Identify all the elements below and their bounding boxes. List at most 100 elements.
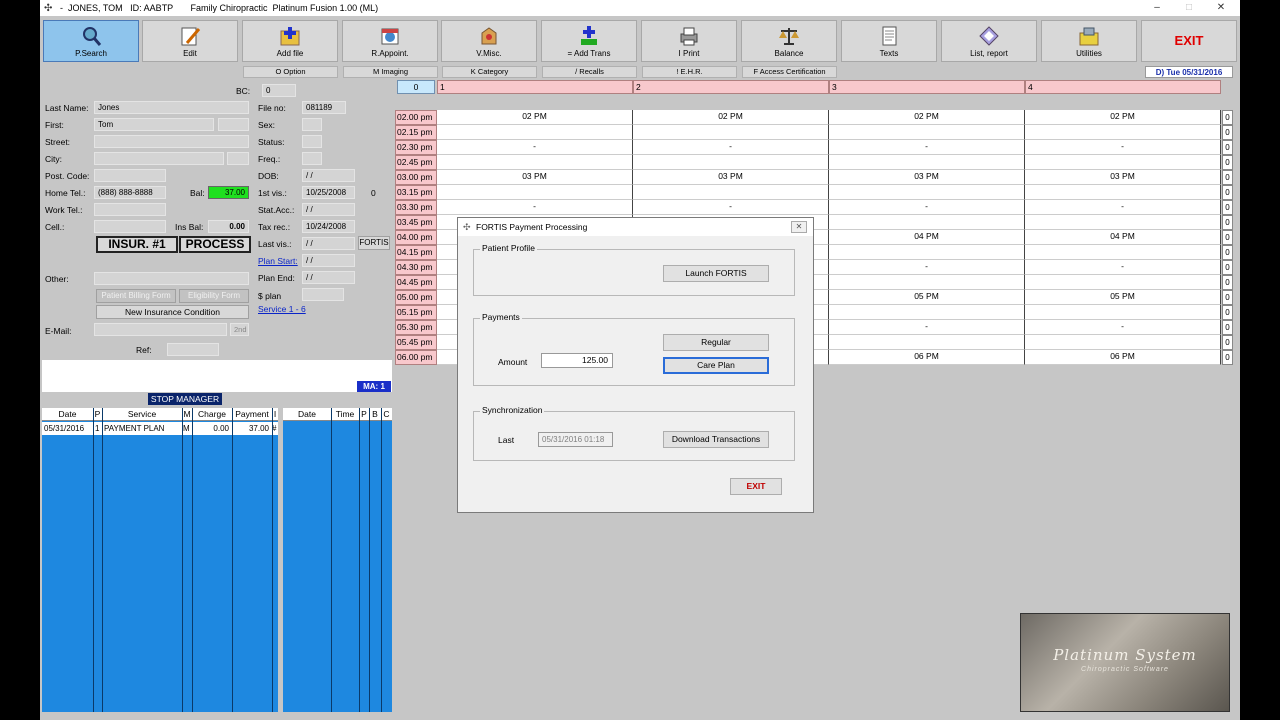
add-file-button[interactable]: Add file bbox=[242, 20, 338, 62]
first-name-field[interactable]: Tom bbox=[94, 118, 214, 131]
middle-initial-field[interactable] bbox=[218, 118, 249, 131]
ehr-button[interactable]: ! E.H.R. bbox=[642, 66, 737, 78]
ledger-row[interactable]: 05/31/2016 1 PAYMENT PLAN M 0.00 37.00 # bbox=[42, 422, 278, 435]
tax-rec-field[interactable]: 10/24/2008 bbox=[302, 220, 355, 233]
patient-billing-form-button[interactable]: Patient Billing Form bbox=[96, 289, 176, 303]
schedule-cell[interactable] bbox=[829, 335, 1025, 350]
first-visit-field[interactable]: 10/25/2008 bbox=[302, 186, 355, 199]
schedule-cell[interactable] bbox=[1025, 245, 1221, 260]
utilities-button[interactable]: Utilities bbox=[1041, 20, 1137, 62]
appointments-table[interactable]: Date Time P B C bbox=[283, 408, 392, 712]
schedule-cell[interactable]: - bbox=[1025, 200, 1221, 215]
schedule-cell[interactable] bbox=[633, 155, 829, 170]
s-plan-field[interactable] bbox=[302, 288, 344, 301]
other-field[interactable] bbox=[94, 272, 249, 285]
access-certification-button[interactable]: F Access Certification bbox=[742, 66, 837, 78]
schedule-cell[interactable] bbox=[437, 155, 633, 170]
amount-input[interactable]: 125.00 bbox=[541, 353, 613, 368]
plan-start-link[interactable]: Plan Start: bbox=[258, 256, 298, 266]
schedule-col-3[interactable]: 3 bbox=[829, 80, 1025, 94]
schedule-cell[interactable]: 03 PM bbox=[633, 170, 829, 185]
recalls-button[interactable]: / Recalls bbox=[542, 66, 637, 78]
p-search-button[interactable]: P.Search bbox=[43, 20, 139, 62]
print-button[interactable]: I Print bbox=[641, 20, 737, 62]
fortis-button[interactable]: FORTIS bbox=[358, 236, 390, 250]
schedule-cell[interactable]: - bbox=[437, 200, 633, 215]
schedule-cell[interactable]: 02 PM bbox=[633, 110, 829, 125]
schedule-col-2[interactable]: 2 bbox=[633, 80, 829, 94]
state-field[interactable] bbox=[227, 152, 249, 165]
schedule-cell[interactable]: - bbox=[1025, 320, 1221, 335]
schedule-cell[interactable] bbox=[633, 185, 829, 200]
schedule-cell[interactable]: - bbox=[829, 260, 1025, 275]
download-transactions-button[interactable]: Download Transactions bbox=[663, 431, 769, 448]
sex-field[interactable] bbox=[302, 118, 322, 131]
schedule-cell[interactable] bbox=[829, 125, 1025, 140]
email-field[interactable] bbox=[94, 323, 227, 336]
work-tel-field[interactable] bbox=[94, 203, 166, 216]
schedule-cell[interactable]: - bbox=[633, 200, 829, 215]
schedule-cell[interactable]: 04 PM bbox=[829, 230, 1025, 245]
add-trans-button[interactable]: = Add Trans bbox=[541, 20, 637, 62]
balance-button[interactable]: Balance bbox=[741, 20, 837, 62]
new-insurance-condition-button[interactable]: New Insurance Condition bbox=[96, 305, 249, 319]
stop-manager-button[interactable]: STOP MANAGER bbox=[148, 393, 222, 405]
cell-field[interactable] bbox=[94, 220, 166, 233]
exit-button[interactable]: EXIT bbox=[1141, 20, 1237, 62]
schedule-col-1[interactable]: 1 bbox=[437, 80, 633, 94]
schedule-cell[interactable]: 05 PM bbox=[829, 290, 1025, 305]
schedule-cell[interactable] bbox=[829, 275, 1025, 290]
schedule-cell[interactable] bbox=[1025, 125, 1221, 140]
option-button[interactable]: O Option bbox=[243, 66, 338, 78]
post-code-field[interactable] bbox=[94, 169, 166, 182]
schedule-cell[interactable]: - bbox=[437, 140, 633, 155]
schedule-cell[interactable] bbox=[1025, 275, 1221, 290]
email-2nd-field[interactable]: 2nd bbox=[230, 323, 249, 336]
dob-field[interactable]: / / bbox=[302, 169, 355, 182]
schedule-cell[interactable]: - bbox=[829, 320, 1025, 335]
schedule-cell[interactable]: 02 PM bbox=[437, 110, 633, 125]
home-tel-field[interactable]: (888) 888-8888 bbox=[94, 186, 166, 199]
schedule-cell[interactable]: - bbox=[829, 140, 1025, 155]
last-name-field[interactable]: Jones bbox=[94, 101, 249, 114]
schedule-cell[interactable]: - bbox=[1025, 140, 1221, 155]
file-no-field[interactable]: 081189 bbox=[302, 101, 346, 114]
ref-field[interactable] bbox=[167, 343, 219, 356]
city-field[interactable] bbox=[94, 152, 224, 165]
schedule-col-0[interactable]: 0 bbox=[397, 80, 435, 94]
plan-start-field[interactable]: / / bbox=[302, 254, 355, 267]
process-button[interactable]: PROCESS bbox=[179, 236, 251, 253]
schedule-cell[interactable] bbox=[1025, 305, 1221, 320]
status-field[interactable] bbox=[302, 135, 322, 148]
schedule-cell[interactable] bbox=[829, 305, 1025, 320]
imaging-button[interactable]: M Imaging bbox=[343, 66, 438, 78]
schedule-cell[interactable]: 04 PM bbox=[1025, 230, 1221, 245]
regular-button[interactable]: Regular bbox=[663, 334, 769, 351]
stat-acc-field[interactable]: / / bbox=[302, 203, 355, 216]
schedule-cell[interactable] bbox=[1025, 185, 1221, 200]
schedule-cell[interactable] bbox=[829, 215, 1025, 230]
schedule-cell[interactable] bbox=[633, 125, 829, 140]
launch-fortis-button[interactable]: Launch FORTIS bbox=[663, 265, 769, 282]
schedule-col-4[interactable]: 4 bbox=[1025, 80, 1221, 94]
dialog-close-icon[interactable]: ✕ bbox=[791, 221, 807, 233]
insur-1-button[interactable]: INSUR. #1 bbox=[96, 236, 178, 253]
eligibility-form-button[interactable]: Eligibility Form bbox=[179, 289, 249, 303]
appointment-button[interactable]: R.Appoint. bbox=[342, 20, 438, 62]
schedule-cell[interactable] bbox=[1025, 335, 1221, 350]
freq-field[interactable] bbox=[302, 152, 322, 165]
schedule-cell[interactable]: - bbox=[633, 140, 829, 155]
schedule-cell[interactable]: - bbox=[829, 200, 1025, 215]
street-field[interactable] bbox=[94, 135, 249, 148]
schedule-cell[interactable]: 02 PM bbox=[1025, 110, 1221, 125]
close-button[interactable]: ✕ bbox=[1206, 0, 1236, 16]
ledger-table[interactable]: Date P Service M Charge Payment I 05/31/… bbox=[42, 408, 278, 712]
schedule-cell[interactable] bbox=[829, 185, 1025, 200]
last-visit-field[interactable]: / / bbox=[302, 237, 355, 250]
plan-end-field[interactable]: / / bbox=[302, 271, 355, 284]
schedule-cell[interactable]: 06 PM bbox=[829, 350, 1025, 365]
minimize-button[interactable]: – bbox=[1142, 0, 1172, 16]
edit-button[interactable]: Edit bbox=[142, 20, 238, 62]
texts-button[interactable]: Texts bbox=[841, 20, 937, 62]
care-plan-button[interactable]: Care Plan bbox=[663, 357, 769, 374]
